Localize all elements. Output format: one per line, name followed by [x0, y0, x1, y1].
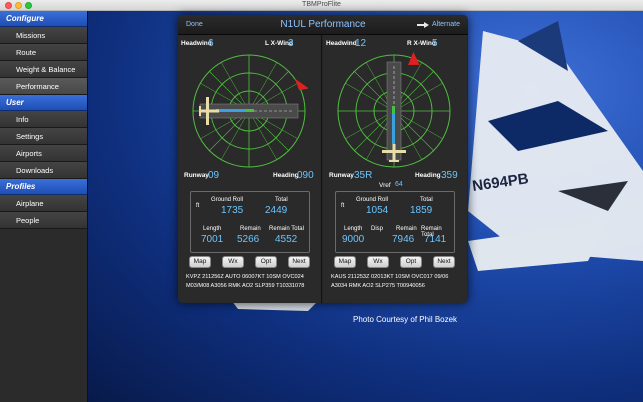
- ground-roll-label: Ground Roll: [211, 197, 244, 203]
- next-button[interactable]: Next: [288, 256, 310, 268]
- unit-label: ft: [196, 203, 200, 209]
- total-label: Total: [420, 197, 433, 203]
- section-header-configure: Configure: [0, 11, 87, 27]
- xwind-value: 3: [288, 38, 294, 49]
- wind-compass: [192, 54, 308, 168]
- remain-label: Remain: [240, 226, 261, 232]
- sidebar: Configure Missions Route Weight & Balanc…: [0, 11, 88, 402]
- runway-value: 35R: [354, 170, 373, 181]
- xwind-value: 5: [432, 38, 438, 49]
- total-value: 1859: [410, 205, 433, 216]
- vref-label: Vref: [379, 182, 391, 189]
- metar-text: KVPZ 211256Z AUTO 06007KT 10SM OVC024 M0…: [186, 274, 305, 289]
- next-button[interactable]: Next: [433, 256, 455, 268]
- wind-arrow-icon: [408, 52, 420, 66]
- vref-value: 64: [395, 181, 403, 188]
- remain-value: 5266: [237, 234, 260, 245]
- airplane-icon: [382, 144, 406, 162]
- sidebar-item-missions[interactable]: Missions: [0, 27, 87, 44]
- wx-button[interactable]: Wx: [367, 256, 389, 268]
- sidebar-item-downloads[interactable]: Downloads: [0, 162, 87, 179]
- app-title: TBMProFlite: [302, 1, 341, 8]
- sidebar-item-settings[interactable]: Settings: [0, 128, 87, 145]
- remain-total-label: Remain Total: [269, 226, 304, 232]
- takeoff-distance-box: Ground Roll Total ft 1735 2449 Length Re…: [190, 191, 310, 253]
- wx-button[interactable]: Wx: [222, 256, 244, 268]
- length-value: 9000: [342, 234, 365, 245]
- remain-total-value: 7141: [424, 234, 447, 245]
- heading-value: 090: [297, 170, 314, 181]
- sidebar-item-people[interactable]: People: [0, 212, 87, 229]
- runway-value: 09: [208, 170, 220, 181]
- disp-label: Disp: [371, 226, 384, 232]
- runway-label: Runway: [329, 172, 354, 179]
- remain-value: 7946: [392, 234, 415, 245]
- unit-label: ft: [341, 203, 345, 209]
- heading-label: Heading: [415, 172, 441, 179]
- sidebar-item-weight-balance[interactable]: Weight & Balance: [0, 61, 87, 78]
- map-button[interactable]: Map: [189, 256, 211, 268]
- app-window: TBMProFlite Configure Missions Route Wei…: [0, 0, 643, 402]
- photo-caption: Photo Courtesy of Phil Bozek: [353, 315, 458, 324]
- sidebar-item-performance[interactable]: Performance: [0, 78, 87, 95]
- map-button[interactable]: Map: [334, 256, 356, 268]
- sidebar-item-info[interactable]: Info: [0, 111, 87, 128]
- total-label: Total: [275, 197, 288, 203]
- metar-text: KAUS 211253Z 02013KT 10SM OVC017 09/06 A…: [331, 274, 449, 289]
- length-label: Length: [344, 226, 363, 232]
- wind-arrow-icon: [295, 78, 308, 91]
- headwind-value: 6: [208, 38, 214, 49]
- ground-roll-value: 1735: [221, 205, 244, 216]
- sidebar-item-airplane[interactable]: Airplane: [0, 195, 87, 212]
- opt-button[interactable]: Opt: [255, 256, 277, 268]
- length-value: 7001: [201, 234, 224, 245]
- section-header-profiles: Profiles: [0, 179, 87, 195]
- total-value: 2449: [265, 205, 288, 216]
- pointer-hand-icon[interactable]: [416, 20, 430, 30]
- headwind-label: Headwind: [326, 40, 357, 47]
- sidebar-item-airports[interactable]: Airports: [0, 145, 87, 162]
- remain-total-value: 4552: [275, 234, 298, 245]
- headwind-value: 12: [355, 38, 367, 49]
- wind-compass: [337, 52, 451, 168]
- arrival-performance: Headwind 12 R X-Wind 5 Runway 35R Headin…: [323, 35, 467, 303]
- performance-panel: Done N1UL Performance Alternate Headwind…: [178, 15, 468, 303]
- heading-label: Heading: [273, 172, 299, 179]
- sidebar-item-route[interactable]: Route: [0, 44, 87, 61]
- length-label: Length: [203, 226, 222, 232]
- heading-value: 359: [441, 170, 458, 181]
- section-header-user: User: [0, 95, 87, 111]
- opt-button[interactable]: Opt: [400, 256, 422, 268]
- alternate-button[interactable]: Alternate: [432, 21, 460, 28]
- airplane-icon: [199, 97, 219, 125]
- panel-toolbar: Done N1UL Performance Alternate: [178, 15, 468, 35]
- ground-roll-label: Ground Roll: [356, 197, 389, 203]
- departure-performance: Headwind 6 L X-Wind 3 Runway 09 Heading …: [178, 35, 322, 303]
- remain-label: Remain: [396, 226, 417, 232]
- ground-roll-value: 1054: [366, 205, 389, 216]
- landing-distance-box: Ground Roll Total ft 1054 1859 Length Di…: [335, 191, 455, 253]
- runway-label: Runway: [184, 172, 209, 179]
- title-bar: TBMProFlite: [0, 0, 643, 11]
